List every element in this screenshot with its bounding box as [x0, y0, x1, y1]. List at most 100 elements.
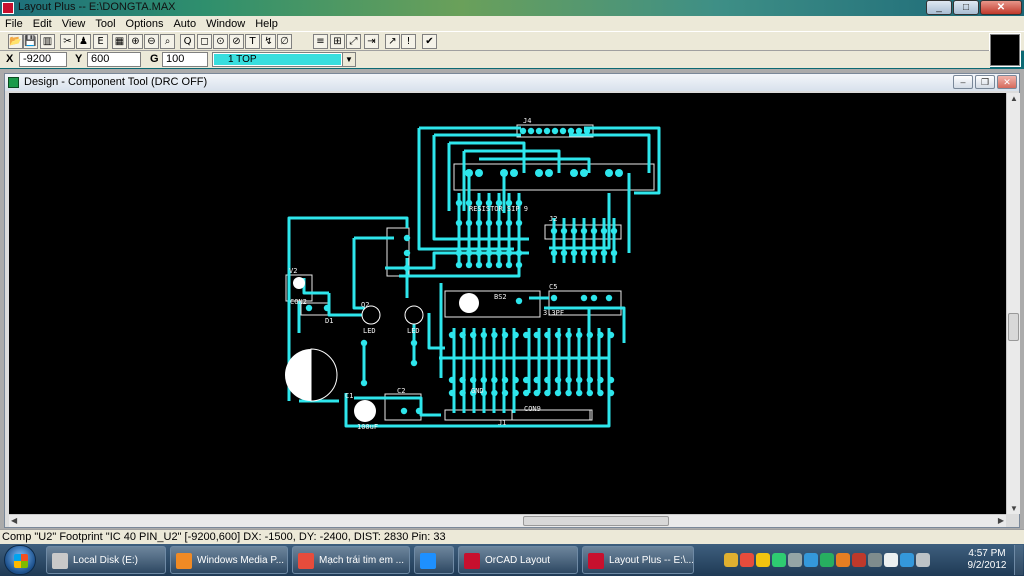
edit-icon[interactable]: E	[93, 34, 108, 49]
find-icon[interactable]: ♟	[76, 34, 91, 49]
minimize-button[interactable]: _	[926, 0, 952, 15]
layout-plus-icon	[588, 553, 604, 569]
pcb-canvas[interactable]: J4 J2 J1 C5 BS2 3.3PF V2 CON2 D1 Q2 LED …	[9, 93, 1006, 514]
design-title-bar[interactable]: Design - Component Tool (DRC OFF) – ❐ ✕	[5, 74, 1019, 91]
tray-icon[interactable]	[868, 553, 882, 567]
design-minimize-button[interactable]: –	[953, 75, 973, 89]
taskbar-item-label: Mạch trái tim em ...	[319, 555, 405, 566]
tray-icon[interactable]	[884, 553, 898, 567]
tray-icon[interactable]	[852, 553, 866, 567]
tray-icon[interactable]	[756, 553, 770, 567]
menu-edit[interactable]: Edit	[28, 18, 57, 30]
pad	[515, 261, 523, 269]
pad-icon[interactable]: ⊙	[213, 34, 228, 49]
scroll-right-icon[interactable]: ▶	[998, 516, 1004, 525]
title-bar[interactable]: Layout Plus -- E:\DONGTA.MAX _ □ ✕	[0, 0, 1024, 16]
close-button[interactable]: ✕	[980, 0, 1022, 15]
label-cap: 3.3PF	[543, 309, 564, 317]
pad	[544, 376, 551, 384]
pad	[600, 227, 608, 235]
menu-options[interactable]: Options	[121, 18, 169, 30]
connection-icon[interactable]: ↯	[261, 34, 276, 49]
save-icon[interactable]: 💾	[23, 34, 38, 49]
drc-icon[interactable]: !	[401, 34, 416, 49]
vertical-scrollbar[interactable]: ▲ ▼	[1006, 93, 1020, 514]
y-field[interactable]: 600	[87, 52, 141, 67]
pad	[475, 249, 483, 257]
cleanup-icon[interactable]: ✔	[422, 34, 437, 49]
design-restore-button[interactable]: ❐	[975, 75, 995, 89]
color-swatch[interactable]	[989, 33, 1021, 67]
menu-view[interactable]: View	[57, 18, 91, 30]
pad	[455, 249, 463, 257]
menu-tool[interactable]: Tool	[90, 18, 120, 30]
grid-field[interactable]: 100	[162, 52, 208, 67]
obstacle-icon[interactable]: ⊘	[229, 34, 244, 49]
zoom-in-icon[interactable]: ⊕	[128, 34, 143, 49]
tray-icon[interactable]	[740, 553, 754, 567]
cut-icon[interactable]: ✂	[60, 34, 75, 49]
vertical-scroll-thumb[interactable]	[1008, 313, 1019, 341]
tray-icon[interactable]	[836, 553, 850, 567]
menu-file[interactable]: File	[0, 18, 28, 30]
pad	[554, 389, 562, 397]
query-icon[interactable]: Q	[180, 34, 195, 49]
tray-icon[interactable]	[900, 553, 914, 567]
component-icon[interactable]: ◻	[197, 34, 212, 49]
tray-icon[interactable]	[804, 553, 818, 567]
horizontal-scroll-thumb[interactable]	[523, 516, 669, 526]
scroll-down-icon[interactable]: ▼	[1010, 504, 1018, 513]
taskbar-item[interactable]: Windows Media P...	[170, 546, 288, 574]
menu-auto[interactable]: Auto	[168, 18, 201, 30]
trace	[302, 278, 329, 295]
coordinate-bar: X -9200 Y 600 G 100 1 TOP ▼	[0, 51, 990, 68]
zoom-fit-icon[interactable]: ⌕	[160, 34, 175, 49]
start-button[interactable]	[4, 545, 36, 575]
x-field[interactable]: -9200	[19, 52, 67, 67]
menu-window[interactable]: Window	[201, 18, 250, 30]
clock[interactable]: 4:57 PM 9/2/2012	[962, 548, 1012, 572]
chrome-icon	[298, 553, 314, 569]
pad	[554, 331, 562, 339]
tray-icon[interactable]	[772, 553, 786, 567]
pad	[403, 249, 411, 257]
pcb-layout[interactable]: J4 J2 J1 C5 BS2 3.3PF V2 CON2 D1 Q2 LED …	[9, 93, 1006, 514]
open-icon[interactable]: 📂	[8, 34, 23, 49]
reconnect-icon[interactable]: ⊞	[330, 34, 345, 49]
pad	[545, 169, 553, 177]
pad	[533, 376, 540, 384]
taskbar-item[interactable]: OrCAD Layout	[458, 546, 578, 574]
pad	[448, 389, 456, 397]
layer-select[interactable]: 1 TOP ▼	[212, 52, 356, 67]
color-icon[interactable]: ≡	[313, 34, 328, 49]
scroll-up-icon[interactable]: ▲	[1010, 94, 1018, 103]
pad	[485, 219, 493, 227]
error-icon[interactable]: ∅	[277, 34, 292, 49]
scroll-left-icon[interactable]: ◀	[11, 516, 17, 525]
grid-label: G	[150, 53, 159, 65]
taskbar-item[interactable]: Layout Plus -- E:\...	[582, 546, 694, 574]
text-icon[interactable]: T	[245, 34, 260, 49]
design-close-button[interactable]: ✕	[997, 75, 1017, 89]
tray-icon[interactable]	[916, 553, 930, 567]
menu-help[interactable]: Help	[250, 18, 283, 30]
windows-logo-icon	[14, 554, 28, 568]
zoom-out-icon[interactable]: ⊖	[144, 34, 159, 49]
taskbar-item[interactable]	[414, 546, 454, 574]
taskbar-item[interactable]: Local Disk (E:)	[46, 546, 166, 574]
tray-icon[interactable]	[820, 553, 834, 567]
shove-icon[interactable]: ⇥	[364, 34, 379, 49]
library-icon[interactable]: ▥	[40, 34, 55, 49]
tray-icon[interactable]	[724, 553, 738, 567]
tray-icon[interactable]	[788, 553, 802, 567]
maximize-button[interactable]: □	[953, 0, 979, 15]
taskbar-item[interactable]: Mạch trái tim em ...	[292, 546, 410, 574]
chevron-down-icon[interactable]: ▼	[342, 53, 355, 66]
app-icon[interactable]	[2, 2, 14, 14]
auto-route-icon[interactable]: ↗	[385, 34, 400, 49]
horizontal-scrollbar[interactable]: ◀ ▶	[9, 514, 1006, 527]
pad	[544, 331, 551, 339]
route-icon[interactable]: ⤢	[346, 34, 361, 49]
grid-icon[interactable]: ▦	[112, 34, 127, 49]
show-desktop-button[interactable]	[1014, 545, 1023, 575]
